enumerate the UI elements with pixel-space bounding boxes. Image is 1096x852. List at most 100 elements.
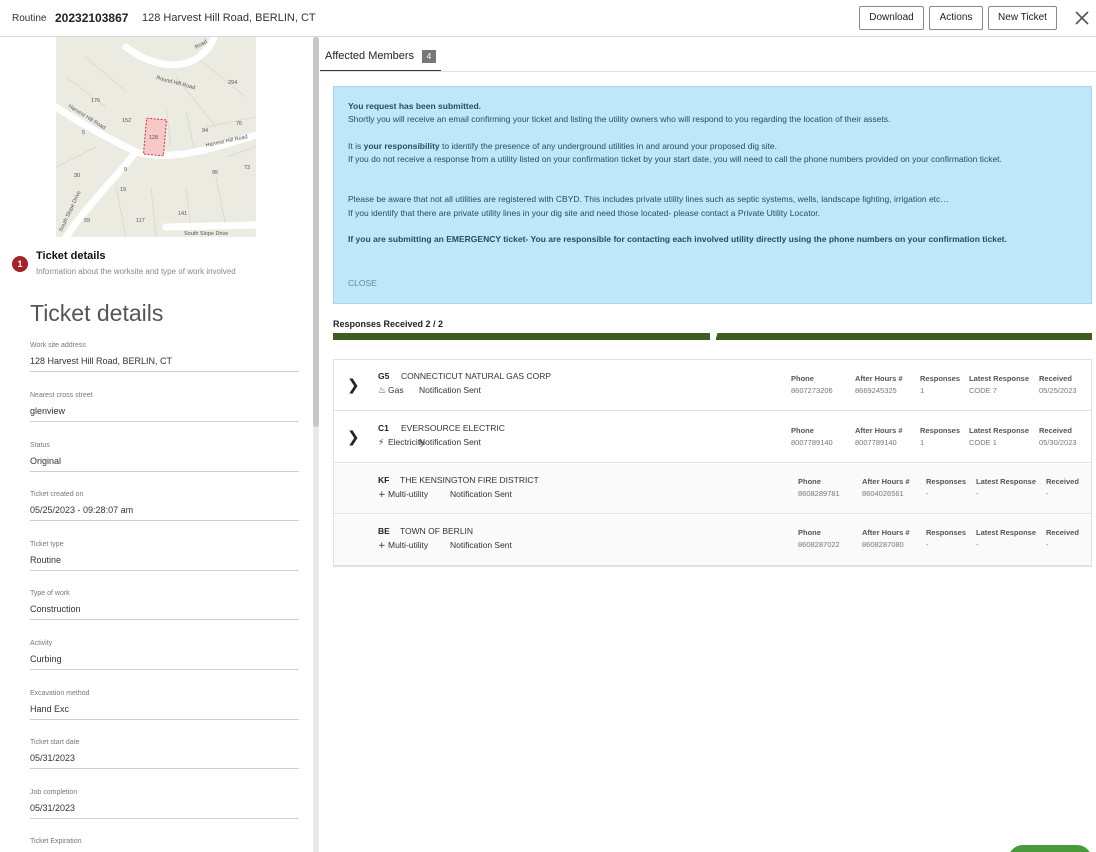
member-responses: - xyxy=(926,489,929,498)
member-category-label: Multi-utility xyxy=(388,540,429,550)
map-lot-number: 95 xyxy=(212,170,218,176)
member-responses: 1 xyxy=(920,386,925,395)
chevron-right-icon[interactable]: ❯ xyxy=(347,376,360,394)
chevron-right-icon[interactable]: ❯ xyxy=(347,428,360,446)
member-latest-response: CODE 7 xyxy=(969,386,997,395)
field-status: Status Original xyxy=(30,442,299,472)
member-received: - xyxy=(1046,540,1049,549)
field-label: Job completion xyxy=(30,789,78,796)
member-row[interactable]: ❯ C1 EVERSOURCE ELECTRIC ⚡ Electricity Notifi… xyxy=(334,412,1091,463)
column-header-latest-response: Latest Response xyxy=(969,426,1030,435)
tab-count-badge: 4 xyxy=(422,50,436,63)
field-ticket-created-on: Ticket created on 05/25/2023 - 09:28:07 … xyxy=(30,491,299,521)
scrollbar-thumb[interactable] xyxy=(313,37,319,427)
field-value: Hand Exc xyxy=(30,704,70,714)
field-label: Ticket created on xyxy=(30,491,84,498)
column-header-responses: Responses xyxy=(920,426,961,435)
member-row[interactable]: BE TOWN OF BERLIN + Multi-utility Notificati… xyxy=(334,515,1091,566)
member-latest-response: CODE 1 xyxy=(969,438,997,447)
field-value: Routine xyxy=(30,555,62,565)
section-title: Ticket details xyxy=(30,300,164,326)
member-status: Notification Sent xyxy=(419,437,481,447)
alert-heading: You request has been submitted. xyxy=(348,101,482,111)
close-icon[interactable] xyxy=(1072,8,1092,28)
column-header-latest-response: Latest Response xyxy=(976,528,1037,537)
alert-text: Please be aware that not all utilities a… xyxy=(348,194,949,204)
field-work-site-address: Work site address 128 Harvest Hill Road,… xyxy=(30,342,299,372)
field-label: Ticket type xyxy=(30,541,64,548)
bolt-icon: ⚡ xyxy=(378,438,385,448)
map-lot-number: 59 xyxy=(84,218,90,224)
column-header-phone: Phone xyxy=(791,374,814,383)
new-ticket-button[interactable]: New Ticket xyxy=(988,6,1057,30)
member-phone: 8607273206 xyxy=(791,386,833,395)
map-lot-number: 5 xyxy=(82,130,85,136)
column-header-phone: Phone xyxy=(798,477,821,486)
map-lot-number: 73 xyxy=(244,165,250,171)
column-header-received: Received xyxy=(1039,426,1072,435)
field-type-of-work: Type of work Construction xyxy=(30,590,299,620)
tab-divider xyxy=(320,71,1096,72)
map-road-label: South Slope Drive xyxy=(184,231,228,237)
member-phone: 8608289781 xyxy=(798,489,840,498)
member-status: Notification Sent xyxy=(419,385,481,395)
member-latest-response: - xyxy=(976,540,979,549)
column-header-responses: Responses xyxy=(926,528,967,537)
download-button[interactable]: Download xyxy=(859,6,924,30)
member-row[interactable]: KF THE KENSINGTON FIRE DISTRICT + Multi-uti… xyxy=(334,464,1091,514)
alert-text: Shortly you will receive an email confir… xyxy=(348,114,891,124)
member-received: 05/30/2023 xyxy=(1039,438,1077,447)
field-label: Ticket start date xyxy=(30,739,80,746)
member-name: CONNECTICUT NATURAL GAS CORP xyxy=(401,371,552,381)
column-header-after-hours: After Hours # xyxy=(855,374,903,383)
left-panel-scrollbar[interactable] xyxy=(313,37,319,852)
member-received: - xyxy=(1046,489,1049,498)
responses-received-label: Responses Received 2 / 2 xyxy=(333,319,444,329)
column-header-phone: Phone xyxy=(791,426,814,435)
map-lot-number: 141 xyxy=(178,211,187,217)
alert-text: It is xyxy=(348,141,364,151)
alert-close-link[interactable]: CLOSE xyxy=(348,278,377,288)
alert-responsibility: It is your responsibility to identify th… xyxy=(348,140,1068,153)
field-excavation-method: Excavation method Hand Exc xyxy=(30,690,299,720)
map-lot-number: 152 xyxy=(122,118,131,124)
column-header-received: Received xyxy=(1046,477,1079,486)
step-title[interactable]: Ticket details xyxy=(36,250,106,262)
tab-affected-members[interactable]: Affected Members 4 xyxy=(320,40,441,72)
map-lot-number: 9 xyxy=(124,167,127,173)
member-category-label: Multi-utility xyxy=(388,489,429,499)
step-number-badge: 1 xyxy=(12,256,28,272)
field-label: Status xyxy=(30,442,50,449)
map-lot-number: 294 xyxy=(228,80,237,86)
column-header-responses: Responses xyxy=(926,477,967,486)
member-category: + Multi-utility xyxy=(378,540,428,551)
alert-text: If you do not receive a response from a … xyxy=(348,154,1002,164)
field-value: Original xyxy=(30,456,62,466)
field-label: Type of work xyxy=(30,590,70,597)
member-phone: 8007789140 xyxy=(791,438,833,447)
member-category: + Multi-utility xyxy=(378,489,428,500)
members-list: ❯ G5 CONNECTICUT NATURAL GAS CORP ♨ Gas Notif… xyxy=(333,359,1092,567)
map-lot-number: 76 xyxy=(236,121,242,127)
column-header-latest-response: Latest Response xyxy=(976,477,1037,486)
alert-text: If you identify that there are private u… xyxy=(348,208,821,218)
member-after-hours: 8669245325 xyxy=(855,386,897,395)
top-bar: Routine 20232103867 128 Harvest Hill Roa… xyxy=(0,0,1096,37)
member-code: BE xyxy=(378,526,390,536)
field-label: Nearest cross street xyxy=(30,392,93,399)
actions-button[interactable]: Actions xyxy=(929,6,983,30)
flame-icon: ♨ xyxy=(378,386,387,396)
progress-segment-filled xyxy=(333,333,710,340)
tab-label: Affected Members xyxy=(325,50,415,62)
field-nearest-cross-street: Nearest cross street glenview xyxy=(30,392,299,422)
column-header-after-hours: After Hours # xyxy=(862,477,910,486)
plus-icon: + xyxy=(378,541,386,551)
column-header-after-hours: After Hours # xyxy=(855,426,903,435)
site-map[interactable]: Round Hill Road Harvest Hill Road Harves… xyxy=(56,37,256,237)
ticket-details-panel: Round Hill Road Harvest Hill Road Harves… xyxy=(0,37,312,852)
member-row[interactable]: ❯ G5 CONNECTICUT NATURAL GAS CORP ♨ Gas Notif… xyxy=(334,360,1091,411)
action-button[interactable] xyxy=(1008,845,1092,852)
member-code: C1 xyxy=(378,423,389,433)
member-phone: 8608287022 xyxy=(798,540,840,549)
member-category-label: Gas xyxy=(388,385,404,395)
